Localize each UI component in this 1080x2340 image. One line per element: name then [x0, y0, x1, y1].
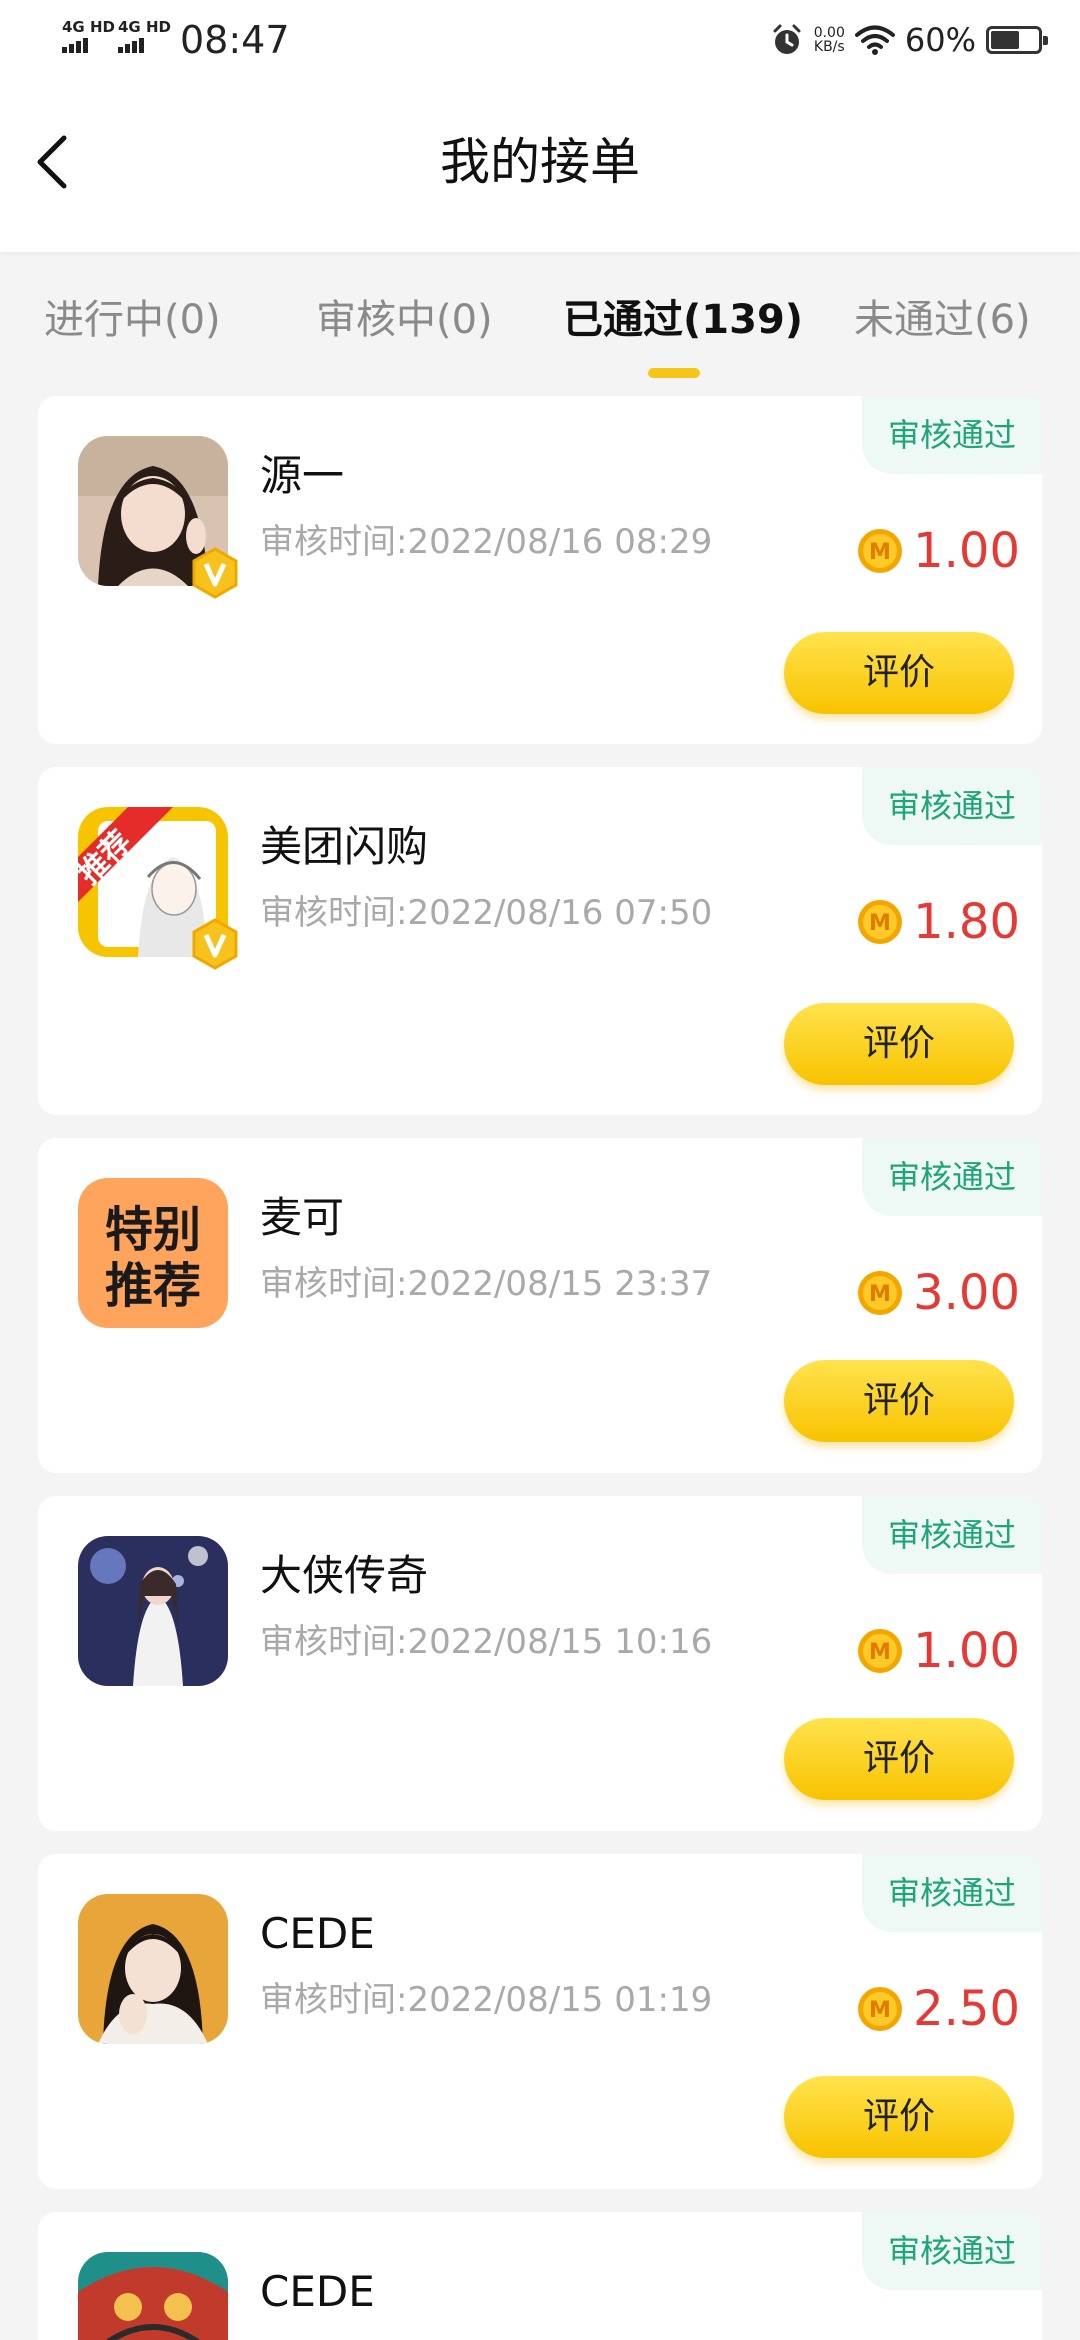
signal-icon: 4G HD	[118, 20, 171, 53]
alarm-icon	[773, 24, 801, 54]
battery-icon	[986, 26, 1048, 54]
reward-amount: 3.00	[913, 1265, 1020, 1321]
status-badge: 审核通过	[862, 1496, 1042, 1574]
reward-amount: 1.00	[913, 523, 1020, 579]
avatar	[78, 436, 238, 599]
avatar	[78, 2252, 228, 2340]
reward: M 1.00	[857, 1616, 1020, 1686]
status-badge: 审核通过	[862, 396, 1042, 474]
avatar: 推荐	[78, 807, 238, 970]
status-badge: 审核通过	[862, 1138, 1042, 1216]
page-title: 我的接单	[440, 133, 640, 191]
order-card[interactable]: 审核通过 推荐 美团闪购 审核时间:2022/08/16 07:50 M 1.8…	[38, 767, 1042, 1115]
game-art-image	[78, 2252, 228, 2340]
svg-text:M: M	[869, 1640, 891, 1665]
avatar	[78, 1894, 228, 2044]
tab-under-review[interactable]: 审核中(0)	[316, 290, 493, 350]
vip-icon	[192, 918, 238, 970]
coin-icon: M	[858, 1629, 903, 1673]
nav-bar: 我的接单	[0, 100, 1080, 240]
review-time: 审核时间:2022/08/16 07:50	[260, 893, 713, 933]
svg-text:M: M	[869, 540, 891, 565]
tab-approved[interactable]: 已通过(139)	[563, 290, 803, 350]
order-card[interactable]: 审核通过 CEDE	[38, 2212, 1042, 2340]
review-time: 审核时间:2022/08/15 23:37	[260, 1264, 713, 1304]
performer-image	[78, 1536, 228, 1686]
order-card[interactable]: 审核通过 特别 推荐 麦可 审核时间:2022/08/15 23:37 M 3.…	[38, 1138, 1042, 1473]
special-recommend-image: 特别 推荐	[78, 1178, 228, 1328]
status-tabs: 进行中(0) 审核中(0) 已通过(139) 未通过(6)	[0, 290, 1080, 390]
review-time: 审核时间:2022/08/15 10:16	[260, 1622, 713, 1662]
task-name: 大侠传奇	[260, 1551, 429, 1600]
status-badge: 审核通过	[862, 1854, 1042, 1932]
task-name: 麦可	[260, 1193, 345, 1242]
task-name: 美团闪购	[260, 822, 429, 871]
status-badge: 审核通过	[862, 767, 1042, 845]
battery-percent: 60%	[904, 21, 976, 59]
wifi-icon	[854, 25, 895, 55]
coin-icon: M	[858, 900, 903, 944]
review-time: 审核时间:2022/08/15 01:19	[260, 1980, 713, 2020]
reward: M 3.00	[857, 1258, 1020, 1328]
reward: M 2.50	[857, 1974, 1020, 2044]
status-bar: 4G HD 4G HD 08:47 0.00 KB/s 60%	[0, 0, 1080, 80]
top-area: 4G HD 4G HD 08:47 0.00 KB/s 60% 我的接单	[0, 0, 1080, 252]
reward: M 1.00	[857, 516, 1020, 586]
portrait-image	[78, 1894, 228, 2044]
task-name: CEDE	[260, 2267, 375, 2316]
rate-button[interactable]: 评价	[784, 1360, 1014, 1442]
avatar-text: 推荐	[105, 1258, 201, 1314]
battery-level	[991, 31, 1019, 49]
net-speed-unit: KB/s	[813, 39, 845, 55]
svg-text:M: M	[869, 1282, 891, 1307]
tab-in-progress[interactable]: 进行中(0)	[44, 290, 221, 350]
reward-amount: 2.50	[913, 1981, 1020, 2037]
review-time: 审核时间:2022/08/16 08:29	[260, 522, 713, 562]
reward-amount: 1.00	[913, 1623, 1020, 1679]
signal-label: 4G HD	[62, 18, 115, 36]
avatar-text: 特别	[105, 1202, 201, 1258]
task-name: CEDE	[260, 1909, 375, 1958]
coin-icon: M	[858, 1271, 903, 1315]
net-speed: 0.00 KB/s	[814, 26, 845, 54]
svg-text:M: M	[869, 911, 891, 936]
status-right: 0.00 KB/s 60%	[770, 18, 1048, 62]
clock: 08:47	[180, 18, 290, 62]
avatar	[78, 1536, 228, 1686]
status-badge: 审核通过	[862, 2212, 1042, 2290]
coin-icon: M	[858, 529, 903, 573]
net-speed-value: 0.00	[813, 25, 845, 41]
rate-button[interactable]: 评价	[784, 1003, 1014, 1085]
tab-rejected[interactable]: 未通过(6)	[854, 290, 1031, 350]
rate-button[interactable]: 评价	[784, 632, 1014, 714]
reward-amount: 1.80	[913, 894, 1020, 950]
order-card[interactable]: 审核通过 CEDE 审核时间:2022/08/15 01:19 M 2.50 评…	[38, 1854, 1042, 2189]
reward: M 1.80	[857, 887, 1020, 957]
rate-button[interactable]: 评价	[784, 2076, 1014, 2158]
svg-text:M: M	[869, 1998, 891, 2023]
order-card[interactable]: 审核通过 大侠传奇 审核时间:2022/08/15 10:16 M 1.00 评…	[38, 1496, 1042, 1831]
rate-button[interactable]: 评价	[784, 1718, 1014, 1800]
tab-indicator	[648, 368, 700, 378]
order-card[interactable]: 审核通过 源一 审核时间:2022/08/16 08:29 M 1.00 评价	[38, 396, 1042, 744]
task-name: 源一	[260, 451, 345, 500]
avatar: 特别 推荐	[78, 1178, 228, 1328]
signal-icon: 4G HD	[62, 20, 115, 53]
coin-icon: M	[858, 1987, 903, 2031]
signal-label: 4G HD	[118, 18, 171, 36]
vip-icon	[192, 547, 238, 599]
